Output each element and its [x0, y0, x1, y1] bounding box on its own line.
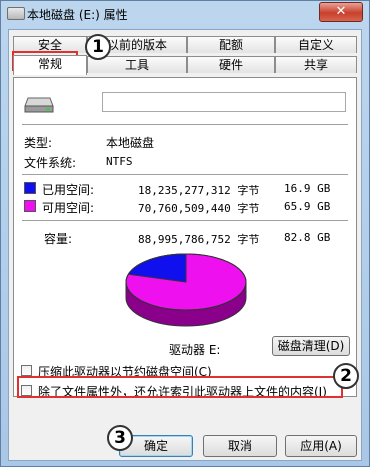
title-bar[interactable]: 本地磁盘 (E:) 属性 ✕ [1, 1, 369, 27]
step-1-badge: 1 [85, 34, 111, 60]
volume-name-input[interactable] [102, 92, 346, 112]
close-button[interactable]: ✕ [319, 2, 363, 22]
capacity-bytes: 88,995,786,752 字节 [138, 233, 260, 246]
general-panel: 类型: 本地磁盘 文件系统: NTFS 已用空间: 18,235,277,312… [13, 77, 357, 397]
index-option-highlight [17, 376, 343, 398]
tab-general[interactable]: 常规 [13, 55, 87, 75]
properties-window: 本地磁盘 (E:) 属性 ✕ 安全 以前的版本 配额 自定义 常规 工具 硬件 … [0, 0, 370, 467]
used-space-size: 16.9 GB [284, 182, 331, 195]
capacity-size: 82.8 GB [284, 231, 331, 244]
used-space-bytes: 18,235,277,312 字节 [138, 184, 260, 197]
tab-sharing[interactable]: 共享 [275, 56, 357, 73]
step-3-badge: 3 [107, 425, 133, 451]
filesystem-value: NTFS [106, 155, 133, 168]
used-color-swatch [24, 182, 36, 194]
type-value: 本地磁盘 [106, 136, 155, 150]
tab-customize[interactable]: 自定义 [275, 36, 357, 53]
drive-letter-label: 驱动器 E: [169, 343, 221, 357]
free-color-swatch [24, 200, 36, 212]
free-space-label: 可用空间: [42, 201, 95, 215]
free-space-bytes: 70,760,509,440 字节 [138, 202, 260, 215]
type-label: 类型: [24, 136, 53, 150]
used-space-label: 已用空间: [42, 183, 95, 197]
divider [22, 220, 348, 221]
drive-title-icon [7, 7, 25, 20]
step-2-badge: 2 [333, 363, 359, 389]
apply-button[interactable]: 应用(A) [285, 435, 357, 457]
cancel-button[interactable]: 取消 [203, 435, 277, 457]
disk-usage-pie [125, 253, 247, 327]
capacity-label: 容量: [44, 232, 73, 246]
tab-hardware[interactable]: 硬件 [187, 56, 275, 73]
compress-checkbox[interactable] [21, 365, 32, 376]
divider [22, 124, 348, 125]
window-title: 本地磁盘 (E:) 属性 [27, 8, 128, 22]
free-space-size: 65.9 GB [284, 200, 331, 213]
tab-quota[interactable]: 配额 [187, 36, 275, 53]
filesystem-label: 文件系统: [24, 156, 77, 170]
divider [22, 174, 348, 175]
disk-cleanup-button[interactable]: 磁盘清理(D) [272, 336, 350, 356]
hard-drive-icon [24, 97, 54, 113]
